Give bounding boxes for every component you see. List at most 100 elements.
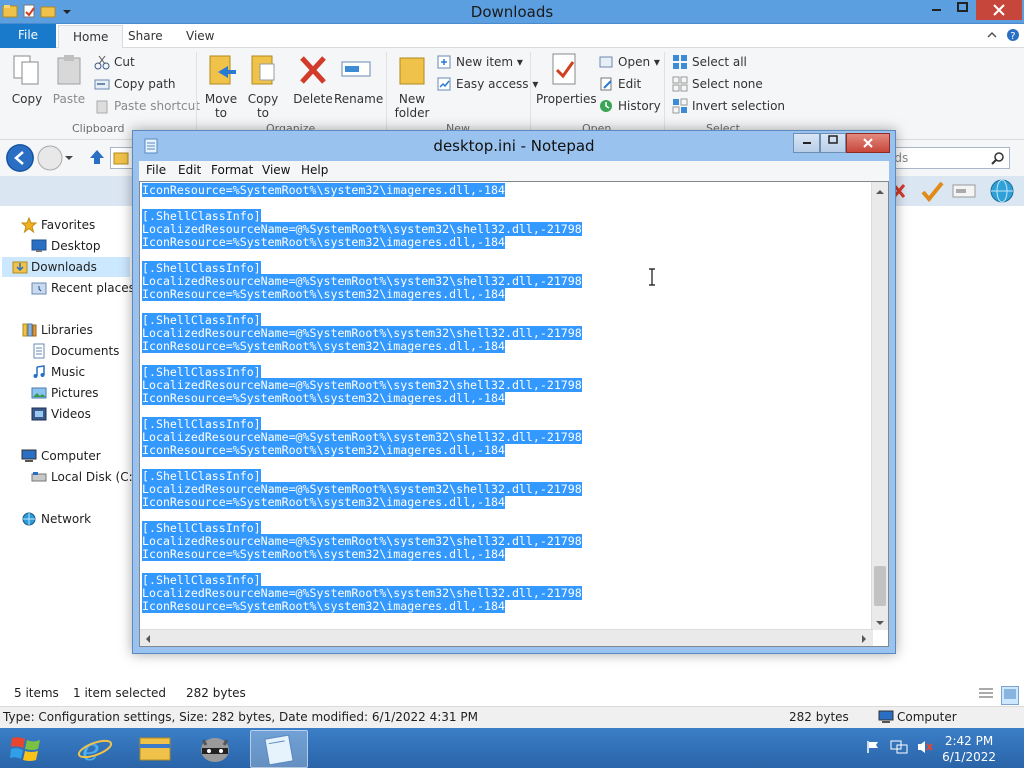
raccoon-icon	[201, 738, 229, 762]
menu-file[interactable]: File	[146, 163, 166, 177]
copy-path-button[interactable]: Copy path	[94, 74, 176, 94]
paste-shortcut-button[interactable]: Paste shortcut	[94, 96, 200, 116]
properties-button[interactable]: Properties	[536, 52, 597, 106]
explorer-minimize-button[interactable]	[924, 0, 950, 20]
notepad-maximize-button[interactable]	[820, 133, 846, 153]
select-none-button[interactable]: Select none	[672, 74, 763, 94]
taskbar-internet-explorer[interactable]: e	[66, 730, 124, 768]
move-to-button[interactable]: Move to	[202, 52, 240, 120]
scroll-right-arrow-icon[interactable]	[860, 633, 868, 646]
ribbon-home-panel: Copy Paste Cut Copy path Paste shortcut …	[0, 48, 1024, 140]
action-center-flag-icon[interactable]	[866, 740, 880, 757]
search-icon[interactable]	[991, 151, 1005, 168]
invert-selection-icon	[672, 98, 688, 114]
address-bar[interactable]	[110, 147, 134, 169]
notepad-text-area[interactable]: IconResource=%SystemRoot%\system32\image…	[139, 181, 889, 647]
nav-favorites[interactable]: Favorites	[20, 215, 95, 235]
volume-muted-icon[interactable]	[916, 739, 934, 758]
nav-desktop[interactable]: Desktop	[31, 236, 101, 256]
text-line: IconResource=%SystemRoot%\system32\image…	[142, 547, 505, 561]
notepad-icon	[264, 734, 294, 766]
nav-pictures[interactable]: Pictures	[31, 383, 99, 403]
taskbar-raccoon-app[interactable]	[186, 730, 244, 768]
nav-local-disk[interactable]: Local Disk (C:)	[31, 467, 137, 487]
svg-text:?: ?	[1010, 31, 1015, 42]
history-icon	[598, 98, 614, 114]
explorer-status-bar: 5 items 1 item selected 282 bytes	[0, 684, 1024, 706]
help-icon[interactable]: ?	[1006, 28, 1020, 45]
text-line: IconResource=%SystemRoot%\system32\image…	[142, 391, 505, 405]
nav-documents[interactable]: Documents	[33, 341, 119, 361]
copy-button[interactable]: Copy	[8, 52, 46, 106]
notepad-close-button[interactable]	[846, 133, 890, 153]
scroll-left-arrow-icon[interactable]	[144, 633, 152, 646]
nav-downloads[interactable]: Downloads	[2, 257, 130, 277]
menu-view[interactable]: View	[262, 163, 290, 177]
details-location: Computer	[897, 710, 957, 724]
copy-to-button[interactable]: Copy to	[244, 52, 282, 120]
computer-small-icon	[878, 710, 894, 727]
minimize-ribbon-icon[interactable]	[986, 29, 998, 44]
forward-button[interactable]	[36, 144, 64, 172]
nav-computer[interactable]: Computer	[21, 446, 101, 466]
notepad-vertical-scrollbar[interactable]	[871, 182, 888, 630]
paste-button[interactable]: Paste	[50, 52, 88, 106]
delete-button[interactable]: Delete	[292, 52, 334, 106]
start-button[interactable]	[10, 734, 42, 765]
explorer-close-button[interactable]	[976, 0, 1022, 20]
search-input[interactable]: ads	[880, 147, 1010, 169]
scroll-down-arrow-icon[interactable]	[875, 616, 885, 630]
tab-file[interactable]: File	[0, 24, 56, 48]
videos-icon	[31, 406, 47, 422]
network-icon	[21, 511, 37, 527]
invert-selection-button[interactable]: Invert selection	[672, 96, 785, 116]
large-icons-view-icon[interactable]	[1001, 686, 1019, 705]
rename-field-icon[interactable]	[952, 182, 976, 203]
notepad-menu-bar: File Edit Format View Help	[139, 161, 889, 181]
taskbar-clock[interactable]: 2:42 PM 6/1/2022	[942, 733, 996, 765]
globe-icon[interactable]	[988, 178, 1016, 207]
up-arrow-icon[interactable]	[88, 148, 106, 169]
rename-button[interactable]: Rename	[334, 52, 383, 106]
vertical-scroll-thumb[interactable]	[874, 566, 886, 606]
edit-button[interactable]: Edit	[598, 74, 641, 94]
new-item-button[interactable]: New item ▾	[436, 52, 523, 72]
documents-icon	[31, 343, 47, 359]
tab-view[interactable]: View	[172, 25, 228, 48]
open-button[interactable]: Open ▾	[598, 52, 660, 72]
nav-pictures-label: Pictures	[51, 386, 99, 400]
open-icon	[598, 54, 614, 70]
select-all-button[interactable]: Select all	[672, 52, 747, 72]
taskbar-notepad[interactable]	[250, 730, 308, 768]
nav-music[interactable]: Music	[33, 362, 85, 382]
select-none-label: Select none	[692, 77, 763, 91]
scroll-up-arrow-icon[interactable]	[875, 185, 885, 199]
menu-edit[interactable]: Edit	[178, 163, 201, 177]
invert-selection-label: Invert selection	[692, 99, 786, 113]
text-cursor-ibeam-icon	[648, 268, 656, 289]
nav-network[interactable]: Network	[22, 509, 91, 529]
explorer-maximize-button[interactable]	[950, 0, 976, 20]
notepad-horizontal-scrollbar[interactable]	[140, 629, 873, 646]
notepad-text-content[interactable]: IconResource=%SystemRoot%\system32\image…	[142, 183, 872, 613]
nav-videos[interactable]: Videos	[31, 404, 91, 424]
ribbon-separator	[530, 52, 531, 134]
nav-recent-places[interactable]: Recent places	[31, 278, 135, 298]
properties-icon	[547, 52, 581, 88]
nav-libraries[interactable]: Libraries	[22, 320, 93, 340]
checkmark-icon[interactable]	[920, 180, 944, 205]
tab-share[interactable]: Share	[114, 25, 177, 48]
recent-locations-dropdown-icon[interactable]	[64, 152, 74, 166]
menu-help[interactable]: Help	[301, 163, 328, 177]
easy-access-button[interactable]: Easy access ▾	[436, 74, 538, 94]
music-icon	[31, 364, 47, 380]
taskbar-file-explorer[interactable]	[126, 730, 184, 768]
notepad-minimize-button[interactable]	[793, 133, 820, 153]
new-folder-button[interactable]: New folder	[392, 52, 432, 120]
menu-format[interactable]: Format	[211, 163, 253, 177]
details-view-icon[interactable]	[978, 686, 994, 703]
history-button[interactable]: History	[598, 96, 661, 116]
network-tray-icon[interactable]	[890, 739, 908, 758]
back-button[interactable]	[6, 144, 34, 172]
cut-button[interactable]: Cut	[94, 52, 135, 72]
